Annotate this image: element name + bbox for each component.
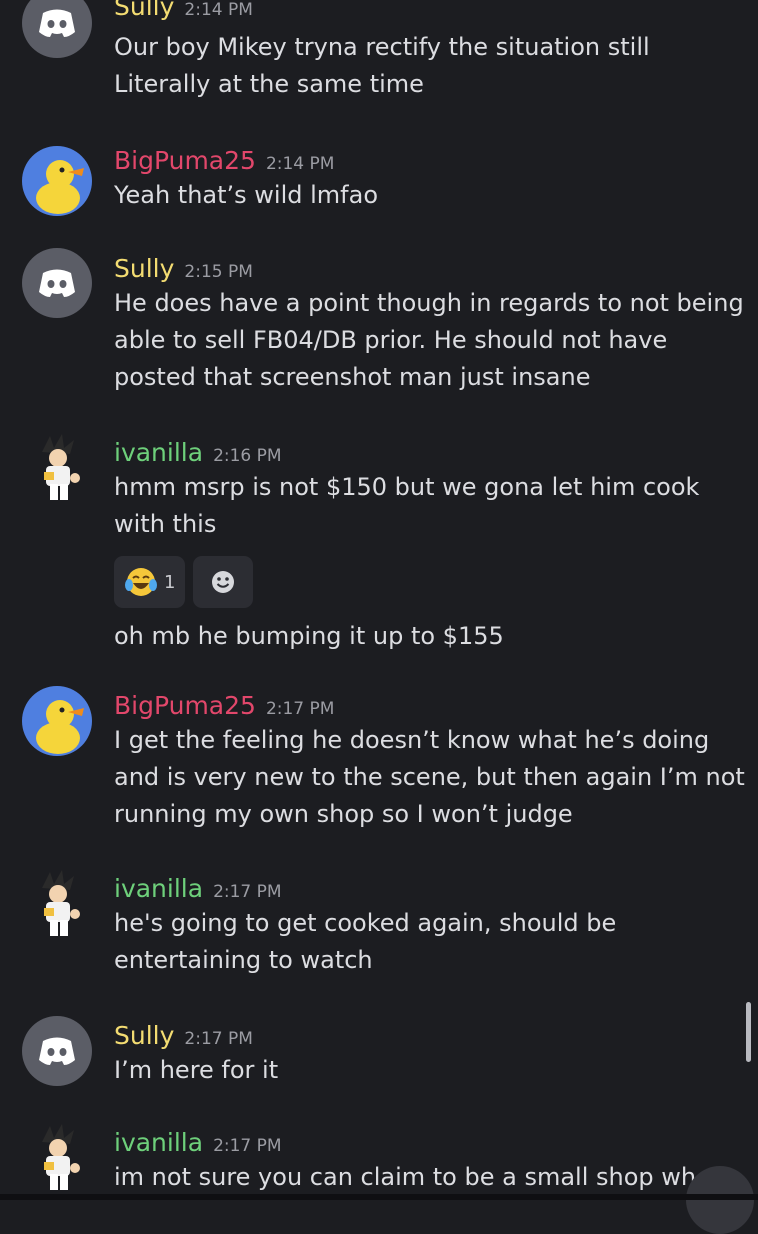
message-line: Literally at the same time bbox=[114, 70, 424, 98]
message-line: oh mb he bumping it up to $155 bbox=[114, 622, 504, 650]
bottom-edge bbox=[0, 1194, 758, 1200]
username[interactable]: BigPuma25 bbox=[114, 146, 256, 175]
smiley-add-reaction-icon bbox=[212, 571, 235, 593]
timestamp: 2:17 PM bbox=[213, 1136, 282, 1156]
username[interactable]: Sully bbox=[114, 1021, 174, 1050]
username[interactable]: Sully bbox=[114, 0, 174, 21]
username[interactable]: ivanilla bbox=[114, 874, 203, 903]
message-line: hmm msrp is not $150 but we gona let him… bbox=[114, 473, 700, 501]
anime-character-avatar-icon[interactable] bbox=[22, 432, 92, 502]
message-line: he's going to get cooked again, should b… bbox=[114, 909, 617, 937]
timestamp: 2:17 PM bbox=[265, 699, 335, 719]
username[interactable]: Sully bbox=[114, 254, 174, 283]
timestamp: 2:16 PM bbox=[213, 446, 282, 466]
message-line: running my own shop so I won’t judge bbox=[114, 800, 573, 828]
message-line: and is very new to the scene, but then a… bbox=[114, 763, 745, 791]
message-line: Our boy Mikey tryna rectify the situatio… bbox=[114, 33, 650, 61]
discord-avatar-icon[interactable] bbox=[22, 248, 92, 318]
duck-avatar-icon[interactable] bbox=[22, 146, 92, 216]
duck-avatar-icon[interactable] bbox=[22, 686, 92, 756]
discord-avatar-icon[interactable] bbox=[22, 0, 92, 58]
message-line: I get the feeling he doesn’t know what h… bbox=[114, 726, 710, 754]
message-line: Yeah that’s wild lmfao bbox=[114, 181, 378, 209]
timestamp: 2:14 PM bbox=[265, 154, 335, 174]
username[interactable]: ivanilla bbox=[114, 438, 203, 467]
reaction-bar: 1 bbox=[114, 556, 254, 608]
timestamp: 2:17 PM bbox=[184, 1029, 253, 1049]
timestamp: 2:14 PM bbox=[184, 0, 253, 20]
message-line: with this bbox=[114, 510, 217, 538]
message-line: im not sure you can claim to be a small … bbox=[114, 1163, 697, 1191]
message-line: able to sell FB04/DB prior. He should no… bbox=[114, 326, 668, 354]
anime-character-avatar-icon[interactable] bbox=[22, 1122, 92, 1192]
add-reaction-button[interactable] bbox=[193, 556, 254, 608]
reaction-chip[interactable]: 1 bbox=[114, 556, 186, 608]
jump-to-present-button[interactable] bbox=[686, 1166, 754, 1234]
username[interactable]: BigPuma25 bbox=[114, 691, 256, 720]
message-line: I’m here for it bbox=[114, 1056, 279, 1084]
timestamp: 2:17 PM bbox=[213, 882, 282, 902]
discord-avatar-icon[interactable] bbox=[22, 1016, 92, 1086]
timestamp: 2:15 PM bbox=[184, 262, 253, 282]
anime-character-avatar-icon[interactable] bbox=[22, 868, 92, 938]
tears-of-joy-emoji-icon bbox=[125, 568, 157, 596]
reaction-count: 1 bbox=[164, 571, 176, 593]
username[interactable]: ivanilla bbox=[114, 1128, 203, 1157]
message-line: He does have a point though in regards t… bbox=[114, 289, 744, 317]
scrollbar-thumb[interactable] bbox=[746, 1002, 751, 1062]
message-line: entertaining to watch bbox=[114, 946, 373, 974]
message-line: posted that screenshot man just insane bbox=[114, 363, 591, 391]
